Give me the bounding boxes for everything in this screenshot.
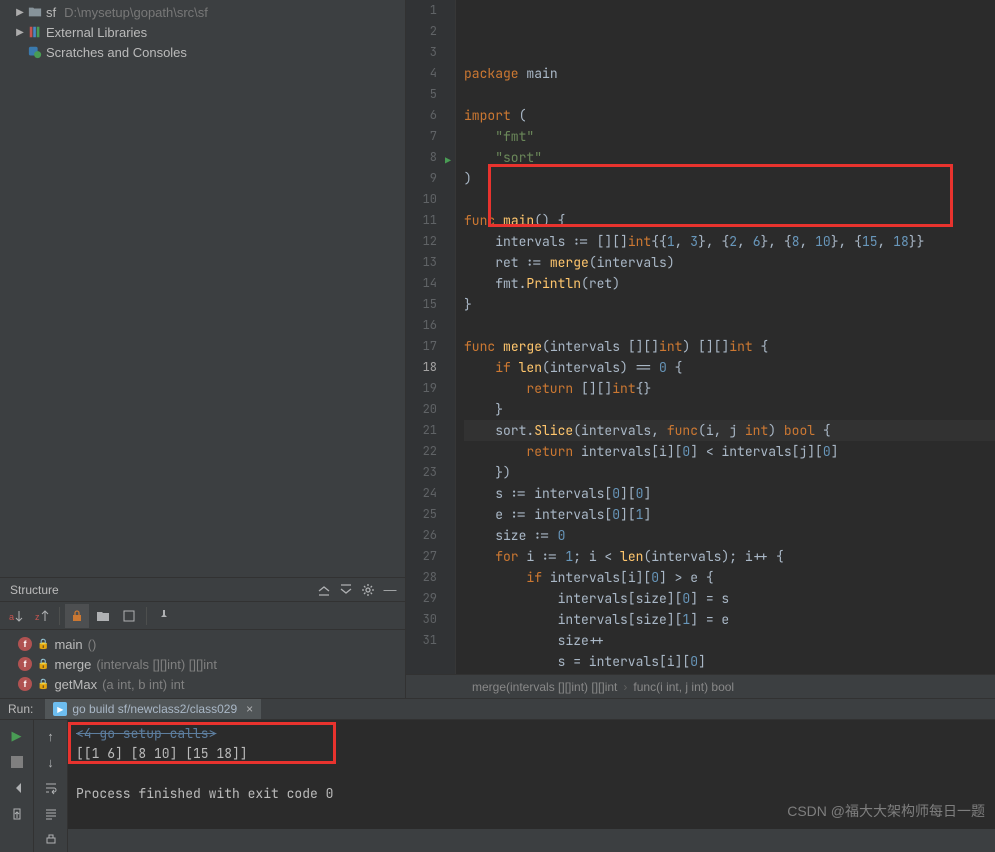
scratch-icon [28, 45, 42, 59]
resume-icon[interactable] [5, 776, 29, 800]
minimize-icon[interactable]: — [379, 579, 401, 601]
close-icon[interactable]: × [246, 702, 253, 716]
tree-external-libs[interactable]: ▶ External Libraries [0, 22, 405, 42]
breadcrumb-seg1[interactable]: merge(intervals [][]int) [][]int [472, 680, 617, 694]
structure-item[interactable]: f🔒merge(intervals [][]int) [][]int [0, 654, 405, 674]
stop-icon[interactable] [5, 750, 29, 774]
library-icon [28, 25, 42, 39]
folder-icon [28, 5, 42, 19]
exit-icon[interactable] [5, 802, 29, 826]
tree-scratches[interactable]: Scratches and Consoles [0, 42, 405, 62]
structure-toolbar: a z [0, 602, 405, 630]
function-icon: f [18, 677, 32, 691]
run-tab[interactable]: ▶ go build sf/newclass2/class029 × [45, 699, 261, 719]
project-tree[interactable]: ▶ sf D:\mysetup\gopath\src\sf ▶ External… [0, 0, 405, 577]
structure-list: f🔒main()f🔒merge(intervals [][]int) [][]i… [0, 630, 405, 698]
svg-text:z: z [35, 612, 40, 622]
structure-panel: Structure — a z f🔒main()f🔒merge(in [0, 577, 405, 698]
structure-item[interactable]: f🔒getMax(a int, b int) int [0, 674, 405, 694]
down-icon[interactable]: ↓ [39, 750, 63, 774]
root-path: D:\mysetup\gopath\src\sf [64, 5, 208, 20]
watermark: CSDN @福大大架构师每日一题 [787, 801, 985, 821]
code-editor[interactable]: 12345678▶9101112131415161718192021222324… [406, 0, 995, 674]
console-output[interactable]: <4 go setup calls> [[1 6] [8 10] [15 18]… [68, 720, 995, 852]
run-tab-label: go build sf/newclass2/class029 [72, 702, 237, 716]
chevron-right-icon: ▶ [16, 28, 24, 36]
print-icon[interactable] [39, 828, 63, 852]
collapse-bottom-icon[interactable] [335, 579, 357, 601]
collapse-top-icon[interactable] [313, 579, 335, 601]
sort-alpha-desc-icon[interactable]: z [30, 604, 54, 628]
run-label: Run: [8, 702, 33, 716]
highlight-box-output [68, 722, 336, 764]
lock-icon: 🔒 [37, 659, 49, 670]
run-toolbar-left: ▶ [0, 720, 34, 852]
local-group-icon[interactable] [117, 604, 141, 628]
group-by-lock-icon[interactable] [65, 604, 89, 628]
function-icon: f [18, 637, 32, 651]
rerun-icon[interactable]: ▶ [5, 724, 29, 748]
pin-icon[interactable] [152, 604, 176, 628]
wrap-icon[interactable] [39, 776, 63, 800]
structure-item[interactable]: f🔒main() [0, 634, 405, 654]
gear-icon[interactable] [357, 579, 379, 601]
scroll-icon[interactable] [39, 802, 63, 826]
scratch-label: Scratches and Consoles [46, 45, 187, 60]
up-icon[interactable]: ↑ [39, 724, 63, 748]
go-icon: ▶ [53, 702, 67, 716]
run-toolbar-left2: ↑ ↓ [34, 720, 68, 852]
function-icon: f [18, 657, 32, 671]
folder-group-icon[interactable] [91, 604, 115, 628]
root-name: sf [46, 5, 56, 20]
lock-icon: 🔒 [37, 639, 49, 650]
gutter[interactable]: 12345678▶9101112131415161718192021222324… [406, 0, 456, 674]
svg-text:a: a [9, 612, 14, 622]
tree-root[interactable]: ▶ sf D:\mysetup\gopath\src\sf [0, 2, 405, 22]
breadcrumb[interactable]: merge(intervals [][]int) [][]int › func(… [406, 674, 995, 698]
code-area[interactable]: package main import ( "fmt" "sort") func… [456, 0, 995, 674]
structure-title: Structure [10, 583, 313, 597]
sort-alpha-asc-icon[interactable]: a [4, 604, 28, 628]
breadcrumb-seg2[interactable]: func(i int, j int) bool [633, 680, 734, 694]
chevron-right-icon: ▶ [16, 8, 24, 16]
chevron-right-icon: › [623, 680, 627, 694]
libs-label: External Libraries [46, 25, 147, 40]
lock-icon: 🔒 [37, 679, 49, 690]
